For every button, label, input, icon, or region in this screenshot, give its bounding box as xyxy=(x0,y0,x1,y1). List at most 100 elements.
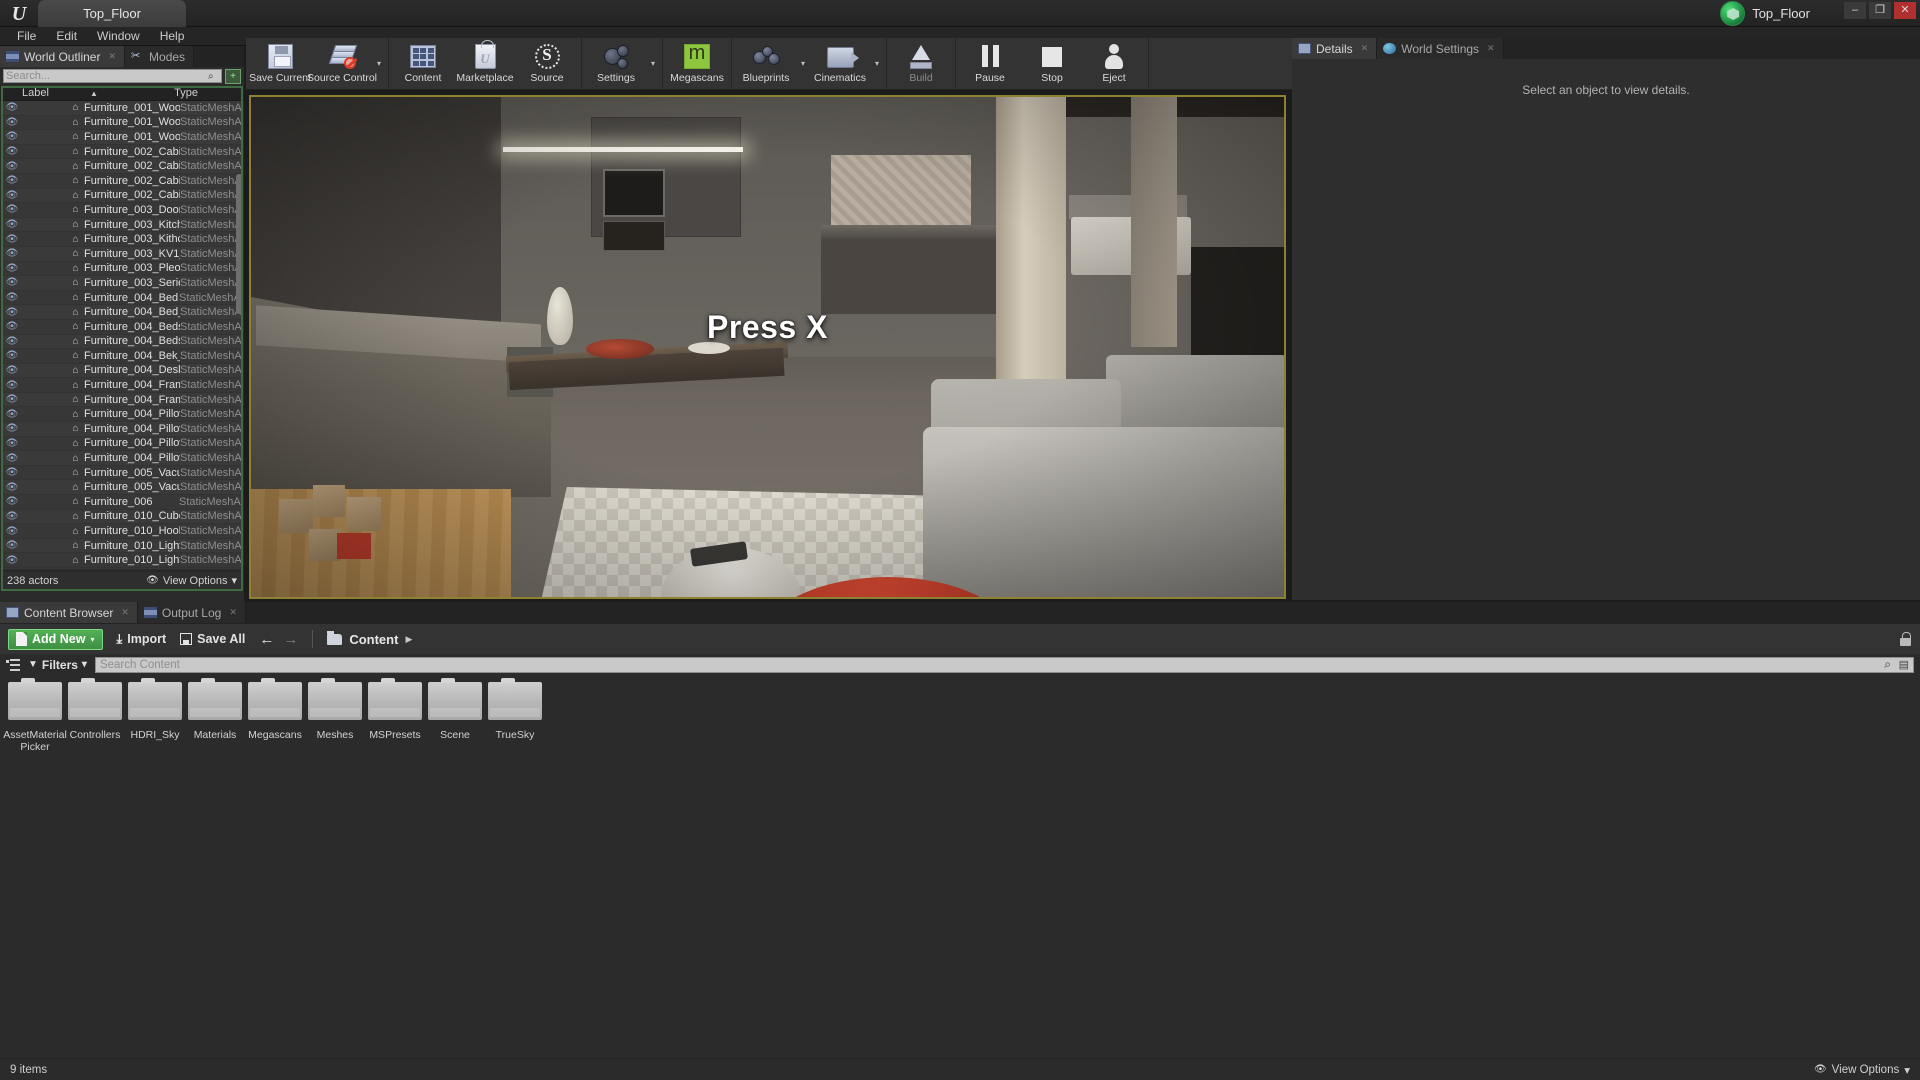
visibility-eye-icon[interactable]: 👁 xyxy=(3,380,21,391)
tab-close-icon[interactable]: ✕ xyxy=(1361,43,1369,54)
visibility-eye-icon[interactable]: 👁 xyxy=(3,175,21,186)
outliner-row[interactable]: 👁 ⌂ Furniture_004_Bek_ClStaticMeshAc xyxy=(3,349,241,364)
breadcrumb[interactable]: Content ▶ xyxy=(327,630,412,647)
search-icon[interactable]: ⌕ xyxy=(1884,657,1891,672)
save-current-button[interactable]: Save Current xyxy=(249,38,311,89)
add-actor-button[interactable]: + xyxy=(225,68,241,84)
lock-icon[interactable] xyxy=(1899,632,1912,646)
outliner-row[interactable]: 👁 ⌂ Furniture_005_Vacuu StaticMeshAc xyxy=(3,480,241,496)
outliner-row[interactable]: 👁 ⌂ Furniture_002_CabineStaticMeshAc xyxy=(3,159,241,174)
add-new-button[interactable]: Add New ▾ xyxy=(8,628,103,650)
asset-folder[interactable]: HDRI_Sky xyxy=(128,678,182,792)
outliner-row[interactable]: 👁 ⌂ Furniture_010_Hook StaticMeshAc xyxy=(3,524,241,539)
back-arrow-icon[interactable]: ← xyxy=(259,631,274,648)
visibility-eye-icon[interactable]: 👁 xyxy=(3,511,21,522)
outliner-row[interactable]: 👁 ⌂ Furniture_002_CabineStaticMeshAc xyxy=(3,173,241,189)
substance-source-button[interactable]: Source xyxy=(516,38,578,89)
save-search-icon[interactable]: ▤ xyxy=(1899,658,1909,671)
close-button[interactable]: ✕ xyxy=(1894,2,1916,19)
tab-world-outliner[interactable]: World Outliner ✕ xyxy=(0,46,126,67)
asset-folder[interactable]: AssetMaterial Picker xyxy=(3,678,67,792)
visibility-eye-icon[interactable]: 👁 xyxy=(3,277,21,288)
visibility-eye-icon[interactable]: 👁 xyxy=(3,555,21,566)
visibility-eye-icon[interactable]: 👁 xyxy=(3,102,21,113)
settings-button[interactable]: Settings xyxy=(585,38,647,89)
blueprints-dropdown-icon[interactable]: ▾ xyxy=(797,38,809,89)
content-view-options-button[interactable]: 👁 View Options ▾ xyxy=(1814,1063,1910,1077)
outliner-search-box[interactable]: ⌕ xyxy=(3,69,222,83)
tab-close-icon[interactable]: ✕ xyxy=(108,51,116,62)
cinematics-button[interactable]: Cinematics xyxy=(809,38,871,89)
megascans-button[interactable]: Megascans xyxy=(666,38,728,89)
outliner-row[interactable]: 👁 ⌂ Furniture_010_Light_ StaticMeshAc xyxy=(3,538,241,554)
outliner-row[interactable]: 👁 ⌂ Furniture_001_WoodeStaticMeshAc xyxy=(3,115,241,131)
visibility-eye-icon[interactable]: 👁 xyxy=(3,365,21,376)
visibility-eye-icon[interactable]: 👁 xyxy=(3,204,21,215)
visibility-eye-icon[interactable]: 👁 xyxy=(3,190,21,201)
tab-modes[interactable]: ✂ Modes xyxy=(125,46,195,67)
outliner-row[interactable]: 👁 ⌂ Furniture_003_KV1_KStaticMeshAc xyxy=(3,246,241,262)
visibility-eye-icon[interactable]: 👁 xyxy=(3,146,21,157)
outliner-row[interactable]: 👁 ⌂ Furniture_004_Bedsh StaticMeshAc xyxy=(3,334,241,350)
settings-dropdown-icon[interactable]: ▾ xyxy=(647,38,659,89)
asset-grid[interactable]: AssetMaterial Picker Controllers HDRI_Sky M… xyxy=(3,678,1308,792)
blueprints-button[interactable]: Blueprints xyxy=(735,38,797,89)
source-control-dropdown-icon[interactable]: ▾ xyxy=(373,38,385,89)
outliner-row[interactable]: 👁 ⌂ Furniture_003_DoorH StaticMeshAc xyxy=(3,203,241,218)
outliner-row-list[interactable]: 👁⌂Furniture_001_WoodeStaticMeshAc👁⌂Furni… xyxy=(3,101,241,569)
outliner-row[interactable]: 👁 ⌂ Furniture_006 StaticMeshAc xyxy=(3,495,241,510)
tab-content-browser[interactable]: Content Browser ✕ xyxy=(0,602,138,623)
visibility-eye-icon[interactable]: 👁 xyxy=(3,336,21,347)
visibility-eye-icon[interactable]: 👁 xyxy=(3,263,21,274)
outliner-row[interactable]: 👁 ⌂ Furniture_010_Cube_StaticMeshAc xyxy=(3,509,241,525)
build-button[interactable]: Build xyxy=(890,38,952,89)
asset-folder[interactable]: MSPresets xyxy=(368,678,422,792)
visibility-eye-icon[interactable]: 👁 xyxy=(3,482,21,493)
outliner-row[interactable]: 👁 ⌂ Furniture_004_Pillow StaticMeshAc xyxy=(3,436,241,452)
outliner-row[interactable]: 👁 ⌂ Furniture_010_Light_ StaticMeshAc xyxy=(3,553,241,568)
visibility-eye-icon[interactable]: 👁 xyxy=(3,496,21,507)
outliner-row[interactable]: 👁 ⌂ Furniture_001_WoodeStaticMeshAc xyxy=(3,101,241,116)
marketplace-button[interactable]: Marketplace xyxy=(454,38,516,89)
content-search-input[interactable] xyxy=(99,658,1909,671)
search-icon[interactable]: ⌕ xyxy=(208,71,219,82)
asset-folder[interactable]: TrueSky xyxy=(488,678,542,792)
tab-close-icon[interactable]: ✕ xyxy=(229,607,237,618)
stop-button[interactable]: Stop xyxy=(1021,38,1083,89)
visibility-eye-icon[interactable]: 👁 xyxy=(3,350,21,361)
asset-folder[interactable]: Controllers xyxy=(68,678,122,792)
outliner-row[interactable]: 👁 ⌂ Furniture_004_Pillow StaticMeshAc xyxy=(3,451,241,466)
visibility-eye-icon[interactable]: 👁 xyxy=(3,394,21,405)
document-tab[interactable]: Top_Floor xyxy=(38,0,186,27)
outliner-row[interactable]: 👁 ⌂ Furniture_004_Desk StaticMeshAc xyxy=(3,363,241,379)
chevron-right-icon[interactable]: ▶ xyxy=(405,634,412,645)
outliner-row[interactable]: 👁 ⌂ Furniture_004_Frame StaticMeshAc xyxy=(3,378,241,393)
outliner-row[interactable]: 👁 ⌂ Furniture_004_Bed StaticMeshAc xyxy=(3,290,241,306)
visibility-eye-icon[interactable]: 👁 xyxy=(3,292,21,303)
menu-item-help[interactable]: Help xyxy=(151,28,194,44)
visibility-eye-icon[interactable]: 👁 xyxy=(3,526,21,537)
column-header-type[interactable]: Type xyxy=(140,87,244,99)
asset-folder[interactable]: Materials xyxy=(188,678,242,792)
eject-button[interactable]: Eject xyxy=(1083,38,1145,89)
tab-world-settings[interactable]: World Settings ✕ xyxy=(1377,38,1504,59)
level-viewport[interactable]: Press X xyxy=(249,95,1286,599)
sort-ascending-icon[interactable]: ▲ xyxy=(90,89,98,98)
visibility-eye-icon[interactable]: 👁 xyxy=(3,409,21,420)
outliner-row[interactable]: 👁 ⌂ Furniture_001_WoodWStaticMeshAc xyxy=(3,130,241,145)
content-button[interactable]: Content xyxy=(392,38,454,89)
menu-item-window[interactable]: Window xyxy=(88,28,149,44)
pause-button[interactable]: Pause xyxy=(959,38,1021,89)
window-controls[interactable]: – ❐ ✕ xyxy=(1844,2,1916,19)
cinematics-dropdown-icon[interactable]: ▾ xyxy=(871,38,883,89)
source-control-button[interactable]: Source Control xyxy=(307,38,377,89)
outliner-row[interactable]: 👁 ⌂ Furniture_003_Kithce StaticMeshAc xyxy=(3,232,241,247)
visibility-eye-icon[interactable]: 👁 xyxy=(3,540,21,551)
visibility-eye-icon[interactable]: 👁 xyxy=(3,234,21,245)
visibility-eye-icon[interactable]: 👁 xyxy=(3,248,21,259)
tab-close-icon[interactable]: ✕ xyxy=(1487,43,1495,54)
filters-button[interactable]: ▼ Filters ▾ xyxy=(28,658,87,672)
outliner-row[interactable]: 👁 ⌂ Furniture_003_Kitche StaticMeshAc xyxy=(3,217,241,233)
visibility-eye-icon[interactable]: 👁 xyxy=(3,423,21,434)
tab-details[interactable]: Details ✕ xyxy=(1292,38,1378,59)
